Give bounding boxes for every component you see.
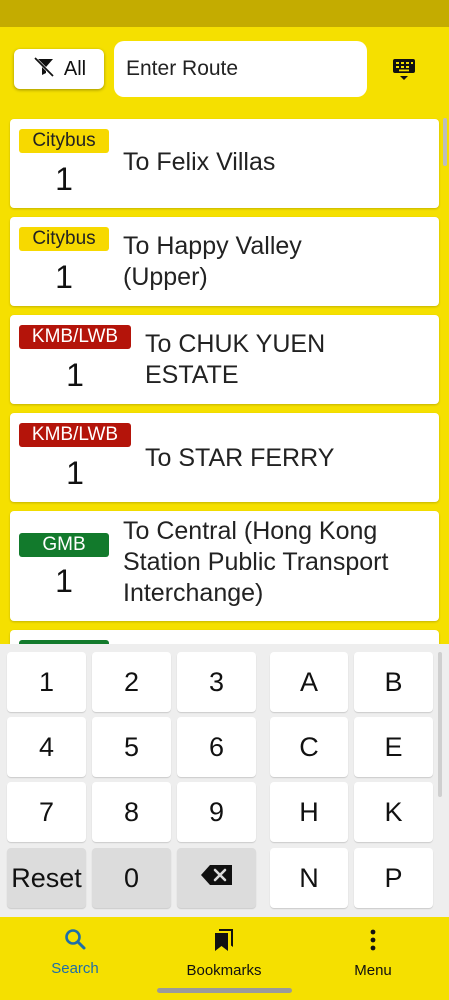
route-card[interactable]: KMB/LWB 1 To CHUK YUEN ESTATE: [10, 315, 439, 404]
operator-badge: KMB/LWB: [19, 423, 131, 447]
route-number: 1: [66, 455, 84, 491]
nav-bookmarks-label: Bookmarks: [186, 962, 262, 979]
backspace-button[interactable]: [177, 848, 256, 908]
nav-search-label: Search: [51, 960, 99, 977]
route-card[interactable]: Citybus 1 To Felix Villas: [10, 119, 439, 208]
key-4[interactable]: 4: [7, 717, 86, 777]
nav-bookmarks[interactable]: Bookmarks: [164, 927, 284, 979]
route-destination: To STAR FERRY: [145, 444, 335, 472]
bookmarks-icon: [211, 929, 237, 957]
key-N[interactable]: N: [270, 848, 348, 908]
key-A[interactable]: A: [270, 652, 348, 712]
route-input[interactable]: Enter Route: [114, 41, 367, 97]
route-card[interactable]: Citybus 1 To Happy Valley (Upper): [10, 217, 439, 306]
key-B[interactable]: B: [354, 652, 433, 712]
key-E[interactable]: E: [354, 717, 433, 777]
filter-all-button[interactable]: All: [14, 49, 104, 89]
key-0[interactable]: 0: [92, 848, 171, 908]
reset-button[interactable]: Reset: [7, 848, 86, 908]
filter-off-icon: [32, 55, 56, 84]
key-H[interactable]: H: [270, 782, 348, 842]
route-number: 1: [55, 563, 73, 599]
nav-menu-label: Menu: [354, 962, 392, 979]
key-2[interactable]: 2: [92, 652, 171, 712]
route-number: 1: [55, 161, 73, 197]
keyboard-toggle-icon[interactable]: [390, 55, 418, 83]
search-bar: All Enter Route: [0, 27, 449, 115]
key-C[interactable]: C: [270, 717, 348, 777]
nav-search[interactable]: Search: [15, 927, 135, 977]
key-K[interactable]: K: [354, 782, 433, 842]
route-card[interactable]: [10, 630, 439, 644]
key-8[interactable]: 8: [92, 782, 171, 842]
route-card[interactable]: KMB/LWB 1 To STAR FERRY: [10, 413, 439, 502]
route-keypad: 1 2 3 A B 4 5 6 C E 7 8 9 H K Reset 0 N …: [0, 644, 449, 917]
backspace-icon: [200, 863, 234, 894]
more-vert-icon: [360, 929, 386, 957]
operator-badge: Citybus: [19, 227, 109, 251]
home-indicator[interactable]: [157, 988, 292, 993]
keypad-scrollbar[interactable]: [438, 652, 442, 797]
key-7[interactable]: 7: [7, 782, 86, 842]
key-1[interactable]: 1: [7, 652, 86, 712]
route-destination: To CHUK YUEN ESTATE: [145, 330, 326, 389]
route-number: 1: [55, 259, 73, 295]
search-icon: [62, 929, 88, 955]
operator-badge: KMB/LWB: [19, 325, 131, 349]
route-destination: To Central (Hong Kong Station Public Tra…: [123, 517, 389, 607]
operator-badge: Citybus: [19, 129, 109, 153]
route-card[interactable]: GMB 1 To Central (Hong Kong Station Publ…: [10, 511, 439, 621]
list-scrollbar[interactable]: [443, 118, 447, 166]
route-list: Citybus 1 To Felix Villas Citybus 1 To H…: [0, 117, 449, 644]
nav-menu[interactable]: Menu: [313, 927, 433, 979]
operator-badge: GMB: [19, 533, 109, 557]
key-P[interactable]: P: [354, 848, 433, 908]
key-3[interactable]: 3: [177, 652, 256, 712]
key-6[interactable]: 6: [177, 717, 256, 777]
route-destination: To Happy Valley (Upper): [123, 232, 302, 291]
filter-label: All: [63, 57, 87, 80]
route-destination: To Felix Villas: [123, 148, 276, 176]
route-number: 1: [66, 357, 84, 393]
status-bar: [0, 0, 449, 27]
key-5[interactable]: 5: [92, 717, 171, 777]
key-9[interactable]: 9: [177, 782, 256, 842]
